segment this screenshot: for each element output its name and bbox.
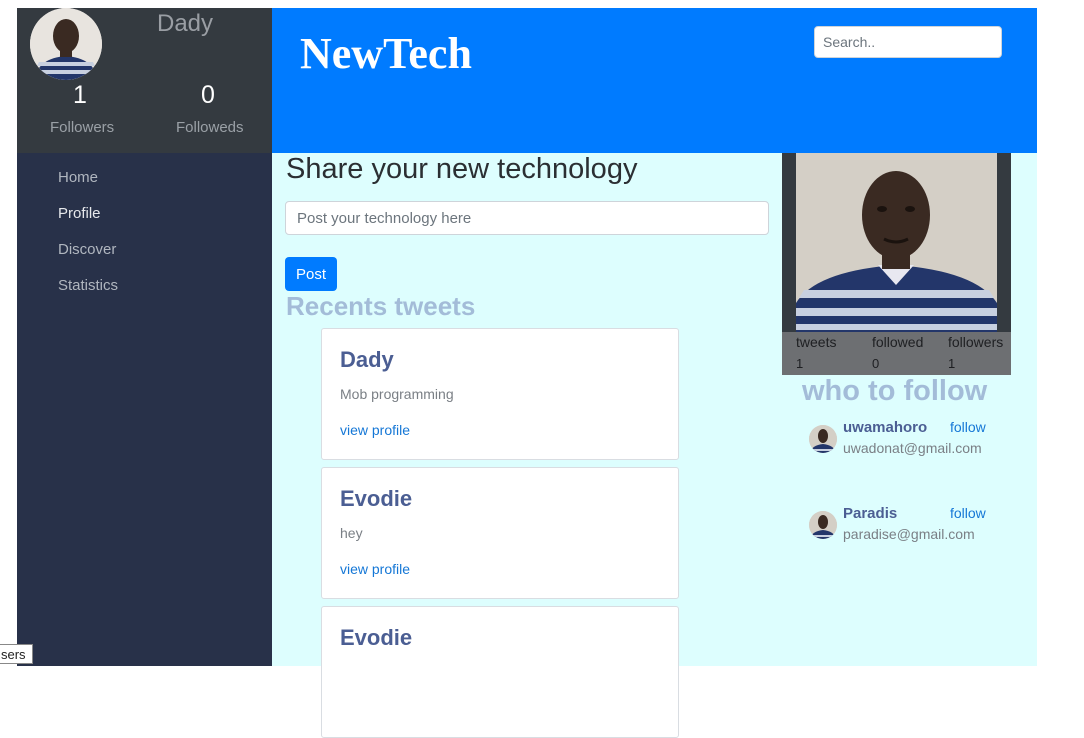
stat-tweets-value: 1: [796, 356, 804, 371]
user-photo-icon: [796, 153, 997, 332]
tweet-author: Dady: [340, 347, 394, 372]
suggestion-email: uwadonat@gmail.com: [843, 440, 982, 456]
tweet-author: Evodie: [340, 486, 413, 511]
followers-label: Followers: [50, 119, 115, 136]
sidebar-item-discover[interactable]: Discover: [58, 241, 116, 258]
stat-followers-value: 1: [948, 356, 956, 371]
suggestion-email: paradise@gmail.com: [843, 526, 975, 542]
tweet-author: Evodie: [340, 625, 413, 650]
tweet-text: Mob programming: [340, 386, 454, 402]
tweet-card: Evodie: [321, 606, 679, 738]
sidebar-item-profile[interactable]: Profile: [58, 205, 101, 222]
stat-tweets-label: tweets: [796, 334, 837, 350]
search-input[interactable]: [814, 26, 1002, 58]
stat-followers-label: followers: [948, 334, 1004, 350]
sidebar-item-statistics[interactable]: Statistics: [58, 277, 118, 294]
profile-name: Dady: [157, 10, 214, 37]
who-to-follow-title: who to follow: [802, 375, 988, 407]
profile-card: tweets 1 followed 0 followers 1: [782, 153, 1011, 375]
follow-button[interactable]: follow: [950, 505, 986, 521]
avatar[interactable]: [809, 511, 837, 539]
sidebar-profile: Dady 1 Followers 0 Followeds: [17, 8, 272, 153]
suggestion-name[interactable]: uwamahoro: [843, 419, 927, 436]
stat-followed-value: 0: [872, 356, 880, 371]
recents-title: Recents tweets: [286, 291, 476, 321]
followeds-count: 0: [201, 81, 215, 109]
avatar[interactable]: [30, 8, 102, 80]
view-profile-link[interactable]: view profile: [340, 561, 410, 577]
post-button[interactable]: Post: [285, 257, 337, 291]
user-photo-icon: [30, 8, 102, 80]
post-input[interactable]: [285, 201, 769, 235]
avatar[interactable]: [809, 425, 837, 453]
sidebar: Dady 1 Followers 0 Followeds Home Profil…: [17, 8, 272, 666]
sidebar-item-home[interactable]: Home: [58, 169, 98, 186]
followers-count: 1: [73, 81, 87, 109]
profile-stats: tweets 1 followed 0 followers 1: [782, 332, 1011, 375]
suggestion-name[interactable]: Paradis: [843, 505, 897, 522]
main-content: Share your new technology Post Recents t…: [272, 153, 1037, 738]
tweet-text: hey: [340, 525, 363, 541]
tweet-card: Evodie hey view profile: [321, 467, 679, 599]
tooltip: sers: [0, 644, 33, 664]
user-photo-icon: [809, 425, 837, 453]
followeds-label: Followeds: [176, 119, 244, 136]
stat-followed-label: followed: [872, 334, 924, 350]
share-title: Share your new technology: [286, 153, 638, 185]
view-profile-link[interactable]: view profile: [340, 422, 410, 438]
tweet-card: Dady Mob programming view profile: [321, 328, 679, 460]
follow-button[interactable]: follow: [950, 419, 986, 435]
profile-photo: [796, 153, 997, 332]
header: NewTech: [272, 8, 1037, 153]
user-photo-icon: [809, 511, 837, 539]
brand-title[interactable]: NewTech: [300, 28, 472, 79]
